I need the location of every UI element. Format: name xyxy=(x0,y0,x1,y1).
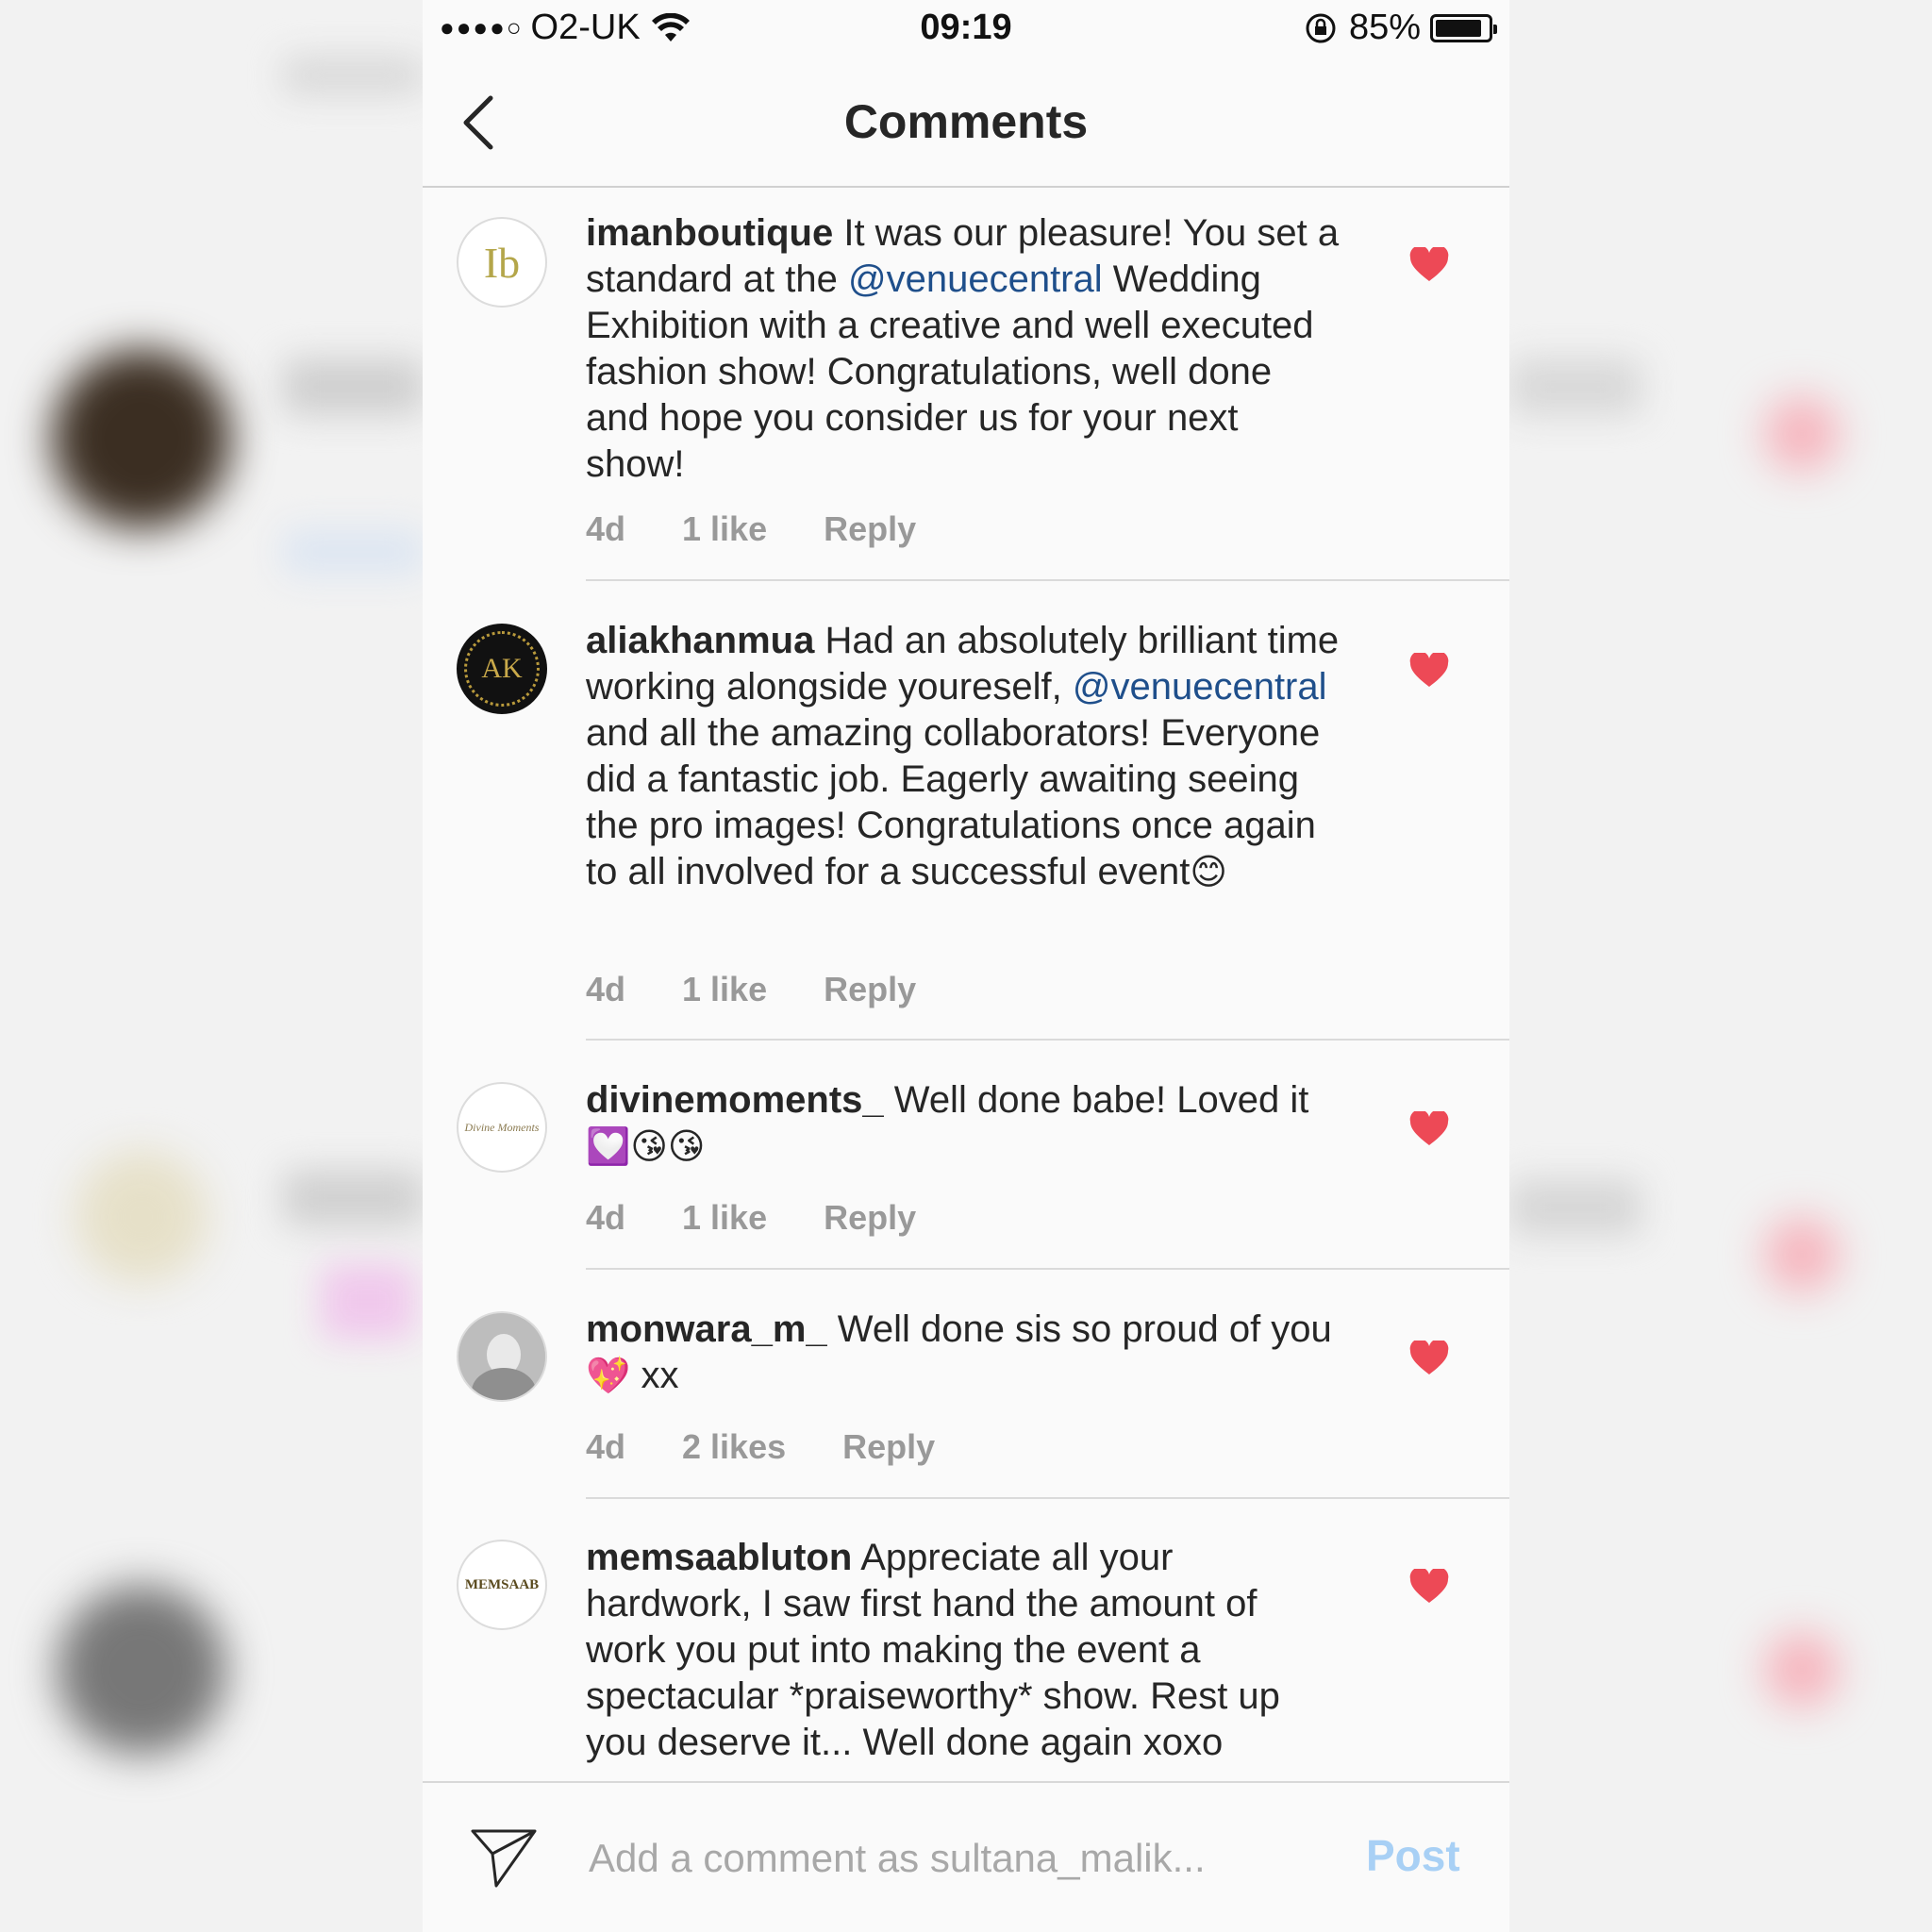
post-button[interactable]: Post xyxy=(1366,1830,1460,1881)
heart-like-icon[interactable] xyxy=(1409,1111,1449,1147)
direct-send-icon[interactable] xyxy=(470,1825,538,1890)
page-title: Comments xyxy=(843,95,1089,148)
comment-text: monwara_m_ Well done sis so proud of you… xyxy=(586,1307,1341,1399)
phone-screen: ●●●●○ O2-UK 09:19 85% Comments Ib imanbo… xyxy=(423,0,1509,1932)
blurred-background-text xyxy=(1509,1179,1641,1236)
avatar-aliakhanmua[interactable]: AK xyxy=(457,624,547,714)
comment-username[interactable]: monwara_m_ xyxy=(586,1308,827,1350)
comment-timestamp: 4d xyxy=(586,1427,626,1466)
avatar-logo-text: Ib xyxy=(483,238,521,287)
blurred-background-avatar xyxy=(52,349,231,528)
battery-percentage: 85% xyxy=(1348,8,1421,47)
heart-kiss-emoji: 💟😘😘 xyxy=(586,1125,706,1167)
avatar-monwara[interactable] xyxy=(457,1311,547,1402)
reply-button[interactable]: Reply xyxy=(824,1198,916,1237)
reply-button[interactable]: Reply xyxy=(842,1427,935,1466)
comment-likes[interactable]: 1 like xyxy=(682,1198,767,1237)
heart-like-icon[interactable] xyxy=(1409,247,1449,283)
comment-text-part: Well done babe! Loved it xyxy=(893,1079,1309,1121)
comment-username[interactable]: divinemoments_ xyxy=(586,1079,884,1121)
avatar-divinemoments[interactable]: Divine Moments xyxy=(457,1082,547,1173)
status-bar-right: 85% xyxy=(1304,8,1497,48)
comment-timestamp: 4d xyxy=(586,970,626,1008)
orientation-lock-icon xyxy=(1306,13,1336,42)
navigation-bar: Comments xyxy=(423,58,1509,188)
comment-divider xyxy=(586,1497,1509,1499)
comment-text-part: Well done sis so proud of you xyxy=(837,1308,1332,1350)
comment-composer: Post xyxy=(423,1781,1509,1932)
comment-username[interactable]: aliakhanmua xyxy=(586,620,814,661)
avatar-logo-text: AK xyxy=(481,653,523,684)
status-bar: ●●●●○ O2-UK 09:19 85% xyxy=(423,0,1509,58)
comment-username[interactable]: imanboutique xyxy=(586,212,833,254)
avatar-imanboutique[interactable]: Ib xyxy=(457,217,547,308)
comment-likes[interactable]: 1 like xyxy=(682,970,767,1008)
blurred-background-text xyxy=(1509,358,1641,415)
comment-divider xyxy=(586,579,1509,581)
comment-meta: 4d 1 like Reply xyxy=(586,509,963,549)
avatar-logo-text: Divine Moments xyxy=(464,1120,540,1134)
comment-meta: 4d 2 likes Reply xyxy=(586,1427,982,1467)
heart-like-icon[interactable] xyxy=(1409,1341,1449,1376)
comment-divider xyxy=(586,1039,1509,1041)
blurred-background-text xyxy=(283,358,425,415)
comment-likes[interactable]: 1 like xyxy=(682,509,767,548)
blurred-background-avatar xyxy=(57,1585,226,1755)
comment-text: aliakhanmua Had an absolutely brilliant … xyxy=(586,618,1341,895)
sparkling-heart-emoji: 💖 xyxy=(586,1355,631,1396)
smile-emoji: 😊 xyxy=(1190,851,1227,892)
comment-timestamp: 4d xyxy=(586,509,626,548)
comment-text: memsaabluton Appreciate all your hardwor… xyxy=(586,1535,1341,1766)
comment-text: divinemoments_ Well done babe! Loved it 💟… xyxy=(586,1077,1341,1170)
blurred-background-avatar xyxy=(75,1151,208,1283)
heart-like-icon[interactable] xyxy=(1409,653,1449,689)
comment-text-part: xx xyxy=(641,1355,679,1396)
blurred-background-text xyxy=(283,528,425,575)
blurred-background-text xyxy=(283,1170,425,1226)
reply-button[interactable]: Reply xyxy=(824,970,916,1008)
avatar-photo xyxy=(458,1313,545,1400)
blurred-background-heart xyxy=(1764,1217,1840,1292)
comment-meta: 4d 1 like Reply xyxy=(586,970,963,1009)
blurred-background-heart xyxy=(1764,396,1840,472)
heart-like-icon[interactable] xyxy=(1409,1569,1449,1605)
avatar-memsaabluton[interactable]: MEMSAAB xyxy=(457,1540,547,1630)
mention-link[interactable]: @venuecentral xyxy=(1073,666,1327,708)
blurred-background-heart xyxy=(1764,1632,1840,1707)
reply-button[interactable]: Reply xyxy=(824,509,916,548)
battery-icon xyxy=(1430,13,1497,42)
avatar-logo-text: MEMSAAB xyxy=(464,1576,540,1592)
blurred-background-text xyxy=(321,1264,415,1340)
comment-likes[interactable]: 2 likes xyxy=(682,1427,786,1466)
comment-username[interactable]: memsaabluton xyxy=(586,1537,852,1578)
mention-link[interactable]: @venuecentral xyxy=(848,258,1103,300)
blurred-background-text xyxy=(283,57,425,94)
comment-input[interactable] xyxy=(589,1825,1287,1891)
comment-timestamp: 4d xyxy=(586,1198,626,1237)
comment-divider xyxy=(586,1268,1509,1270)
comment-meta: 4d 1 like Reply xyxy=(586,1198,963,1238)
comment-text: imanboutique It was our pleasure! You se… xyxy=(586,210,1341,488)
